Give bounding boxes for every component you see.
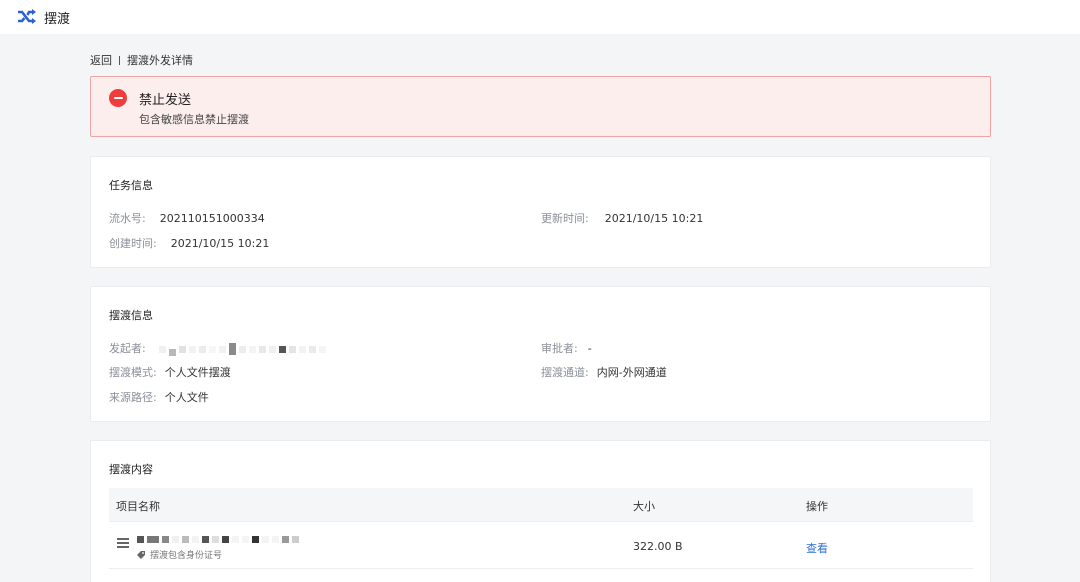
menu-icon xyxy=(117,538,129,548)
app-title: 摆渡 xyxy=(44,11,71,27)
serial-field: 流水号: 202110151000334 xyxy=(109,210,265,226)
initiator-field: 发起者: xyxy=(109,340,327,356)
serial-value: 202110151000334 xyxy=(159,212,265,225)
approver-field: 审批者: - xyxy=(541,340,592,356)
source-value: 个人文件 xyxy=(164,391,209,404)
updated-field: 更新时间: 2021/10/15 10:21 xyxy=(541,210,703,226)
breadcrumb: 返回 摆渡外发详情 xyxy=(90,52,193,68)
top-bar: 摆渡 xyxy=(0,0,1080,34)
source-label: 来源路径: xyxy=(109,391,157,404)
column-name: 项目名称 xyxy=(116,500,160,513)
item-tag-label: 摆渡包含身份证号 xyxy=(150,551,223,561)
mode-field: 摆渡模式: 个人文件摆渡 xyxy=(109,364,231,380)
approver-value: - xyxy=(587,342,592,355)
alert-description: 包含敏感信息禁止摆渡 xyxy=(139,113,249,126)
table-row: 摆渡包含身份证号 322.00 B 查看 xyxy=(109,522,973,569)
created-value: 2021/10/15 10:21 xyxy=(170,237,270,250)
redacted-item-name xyxy=(137,532,299,545)
content-table: 项目名称 大小 操作 摆渡包含身份证号 322.00 B 查看 xyxy=(109,488,973,569)
breadcrumb-separator xyxy=(119,55,120,65)
mode-value: 个人文件摆渡 xyxy=(164,366,231,379)
task-info-title: 任务信息 xyxy=(109,179,153,192)
redacted-initiator xyxy=(159,343,327,356)
created-field: 创建时间: 2021/10/15 10:21 xyxy=(109,235,269,251)
created-label: 创建时间: xyxy=(109,237,157,250)
updated-value: 2021/10/15 10:21 xyxy=(604,212,704,225)
column-action: 操作 xyxy=(806,500,828,513)
channel-field: 摆渡通道: 内网-外网通道 xyxy=(541,364,667,380)
initiator-label: 发起者: xyxy=(109,342,146,355)
back-link[interactable]: 返回 xyxy=(90,52,112,68)
forbidden-alert: 禁止发送 包含敏感信息禁止摆渡 xyxy=(90,76,991,137)
column-size: 大小 xyxy=(633,500,655,513)
item-size: 322.00 B xyxy=(633,540,683,553)
table-header: 项目名称 大小 操作 xyxy=(109,488,973,522)
ferry-content-card: 摆渡内容 项目名称 大小 操作 摆渡包含身份证号 322.00 B 查看 xyxy=(90,440,991,582)
source-field: 来源路径: 个人文件 xyxy=(109,389,209,405)
ferry-info-card: 摆渡信息 发起者: 审批者: - 摆渡模式: 个人文件摆渡 摆渡通道: 内网-外网通道… xyxy=(90,286,991,422)
shuffle-icon[interactable] xyxy=(17,8,37,26)
updated-label: 更新时间: xyxy=(541,212,589,225)
view-link[interactable]: 查看 xyxy=(806,540,828,556)
mode-label: 摆渡模式: xyxy=(109,366,157,379)
task-info-card: 任务信息 流水号: 202110151000334 更新时间: 2021/10/15… xyxy=(90,156,991,268)
minus-circle-icon xyxy=(109,89,127,107)
serial-label: 流水号: xyxy=(109,212,146,225)
channel-label: 摆渡通道: xyxy=(541,366,589,379)
breadcrumb-current: 摆渡外发详情 xyxy=(127,54,193,67)
ferry-info-title: 摆渡信息 xyxy=(109,309,153,322)
ferry-content-title: 摆渡内容 xyxy=(109,463,153,476)
item-tag: 摆渡包含身份证号 xyxy=(137,548,222,561)
approver-label: 审批者: xyxy=(541,342,578,355)
channel-value: 内网-外网通道 xyxy=(596,366,667,379)
tag-icon xyxy=(137,550,145,559)
alert-title: 禁止发送 xyxy=(139,93,192,108)
